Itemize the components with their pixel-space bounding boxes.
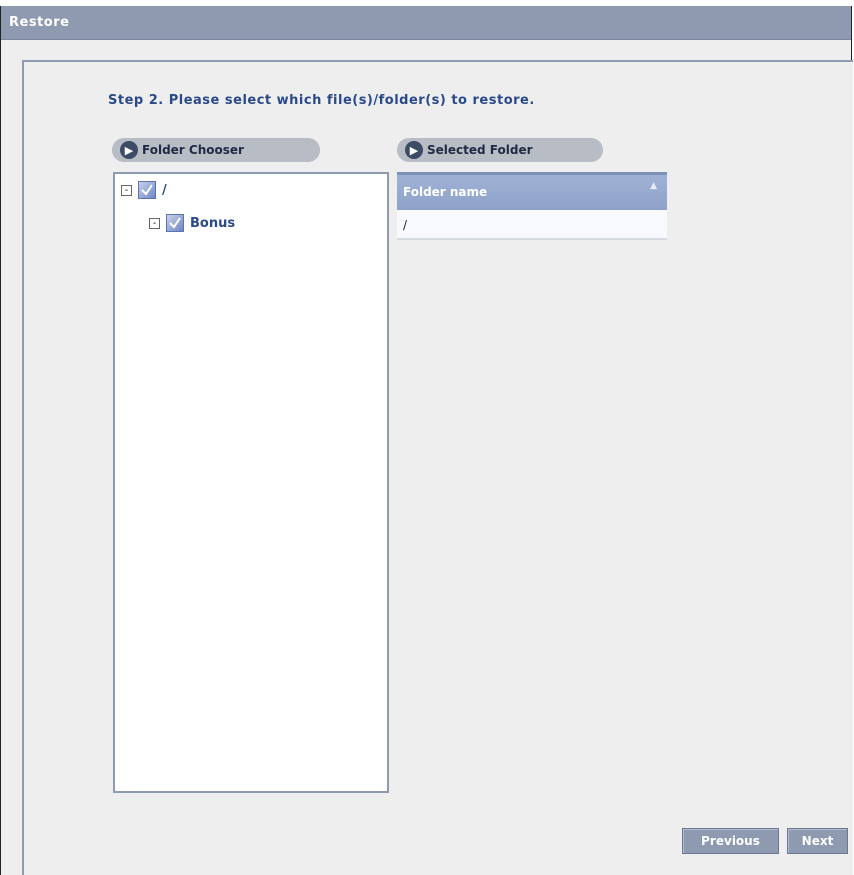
checkmark-icon	[141, 184, 153, 196]
step-instruction: Step 2. Please select which file(s)/fold…	[108, 93, 535, 108]
previous-button[interactable]: Previous	[682, 828, 779, 854]
table-header[interactable]: Folder name ▲	[397, 172, 667, 210]
next-button[interactable]: Next	[787, 828, 848, 854]
arrow-circle-icon: ▶	[120, 141, 138, 159]
window-titlebar: Restore	[1, 6, 851, 40]
restore-window: Restore Step 2. Please select which file…	[0, 6, 853, 875]
selected-folder-label: Selected Folder	[427, 143, 533, 157]
folder-chooser-label: Folder Chooser	[142, 143, 244, 157]
tree-label-bonus[interactable]: Bonus	[190, 216, 235, 231]
window-title: Restore	[9, 15, 70, 30]
collapse-icon[interactable]: -	[121, 184, 132, 196]
tree-checkbox-root[interactable]	[138, 181, 156, 199]
folder-name-column-header[interactable]: Folder name	[403, 185, 487, 199]
selected-folder-table: Folder name ▲ /	[397, 172, 667, 240]
arrow-circle-icon: ▶	[405, 141, 423, 159]
collapse-icon[interactable]: -	[149, 217, 160, 229]
folder-chooser-header[interactable]: ▶ Folder Chooser	[112, 138, 320, 162]
tree-label-root[interactable]: /	[162, 183, 167, 198]
selected-folder-header[interactable]: ▶ Selected Folder	[397, 138, 603, 162]
sort-icon[interactable]: ▲	[650, 181, 657, 191]
tree-checkbox-bonus[interactable]	[166, 214, 184, 232]
table-row[interactable]: /	[397, 210, 667, 240]
folder-name-cell: /	[403, 218, 408, 232]
tree-item-bonus[interactable]: - Bonus	[149, 213, 235, 233]
folder-tree: - / - Bonus	[113, 172, 389, 793]
tree-item-root[interactable]: - /	[121, 180, 167, 200]
checkmark-icon	[169, 217, 181, 229]
restore-content-panel: Step 2. Please select which file(s)/fold…	[22, 60, 853, 875]
